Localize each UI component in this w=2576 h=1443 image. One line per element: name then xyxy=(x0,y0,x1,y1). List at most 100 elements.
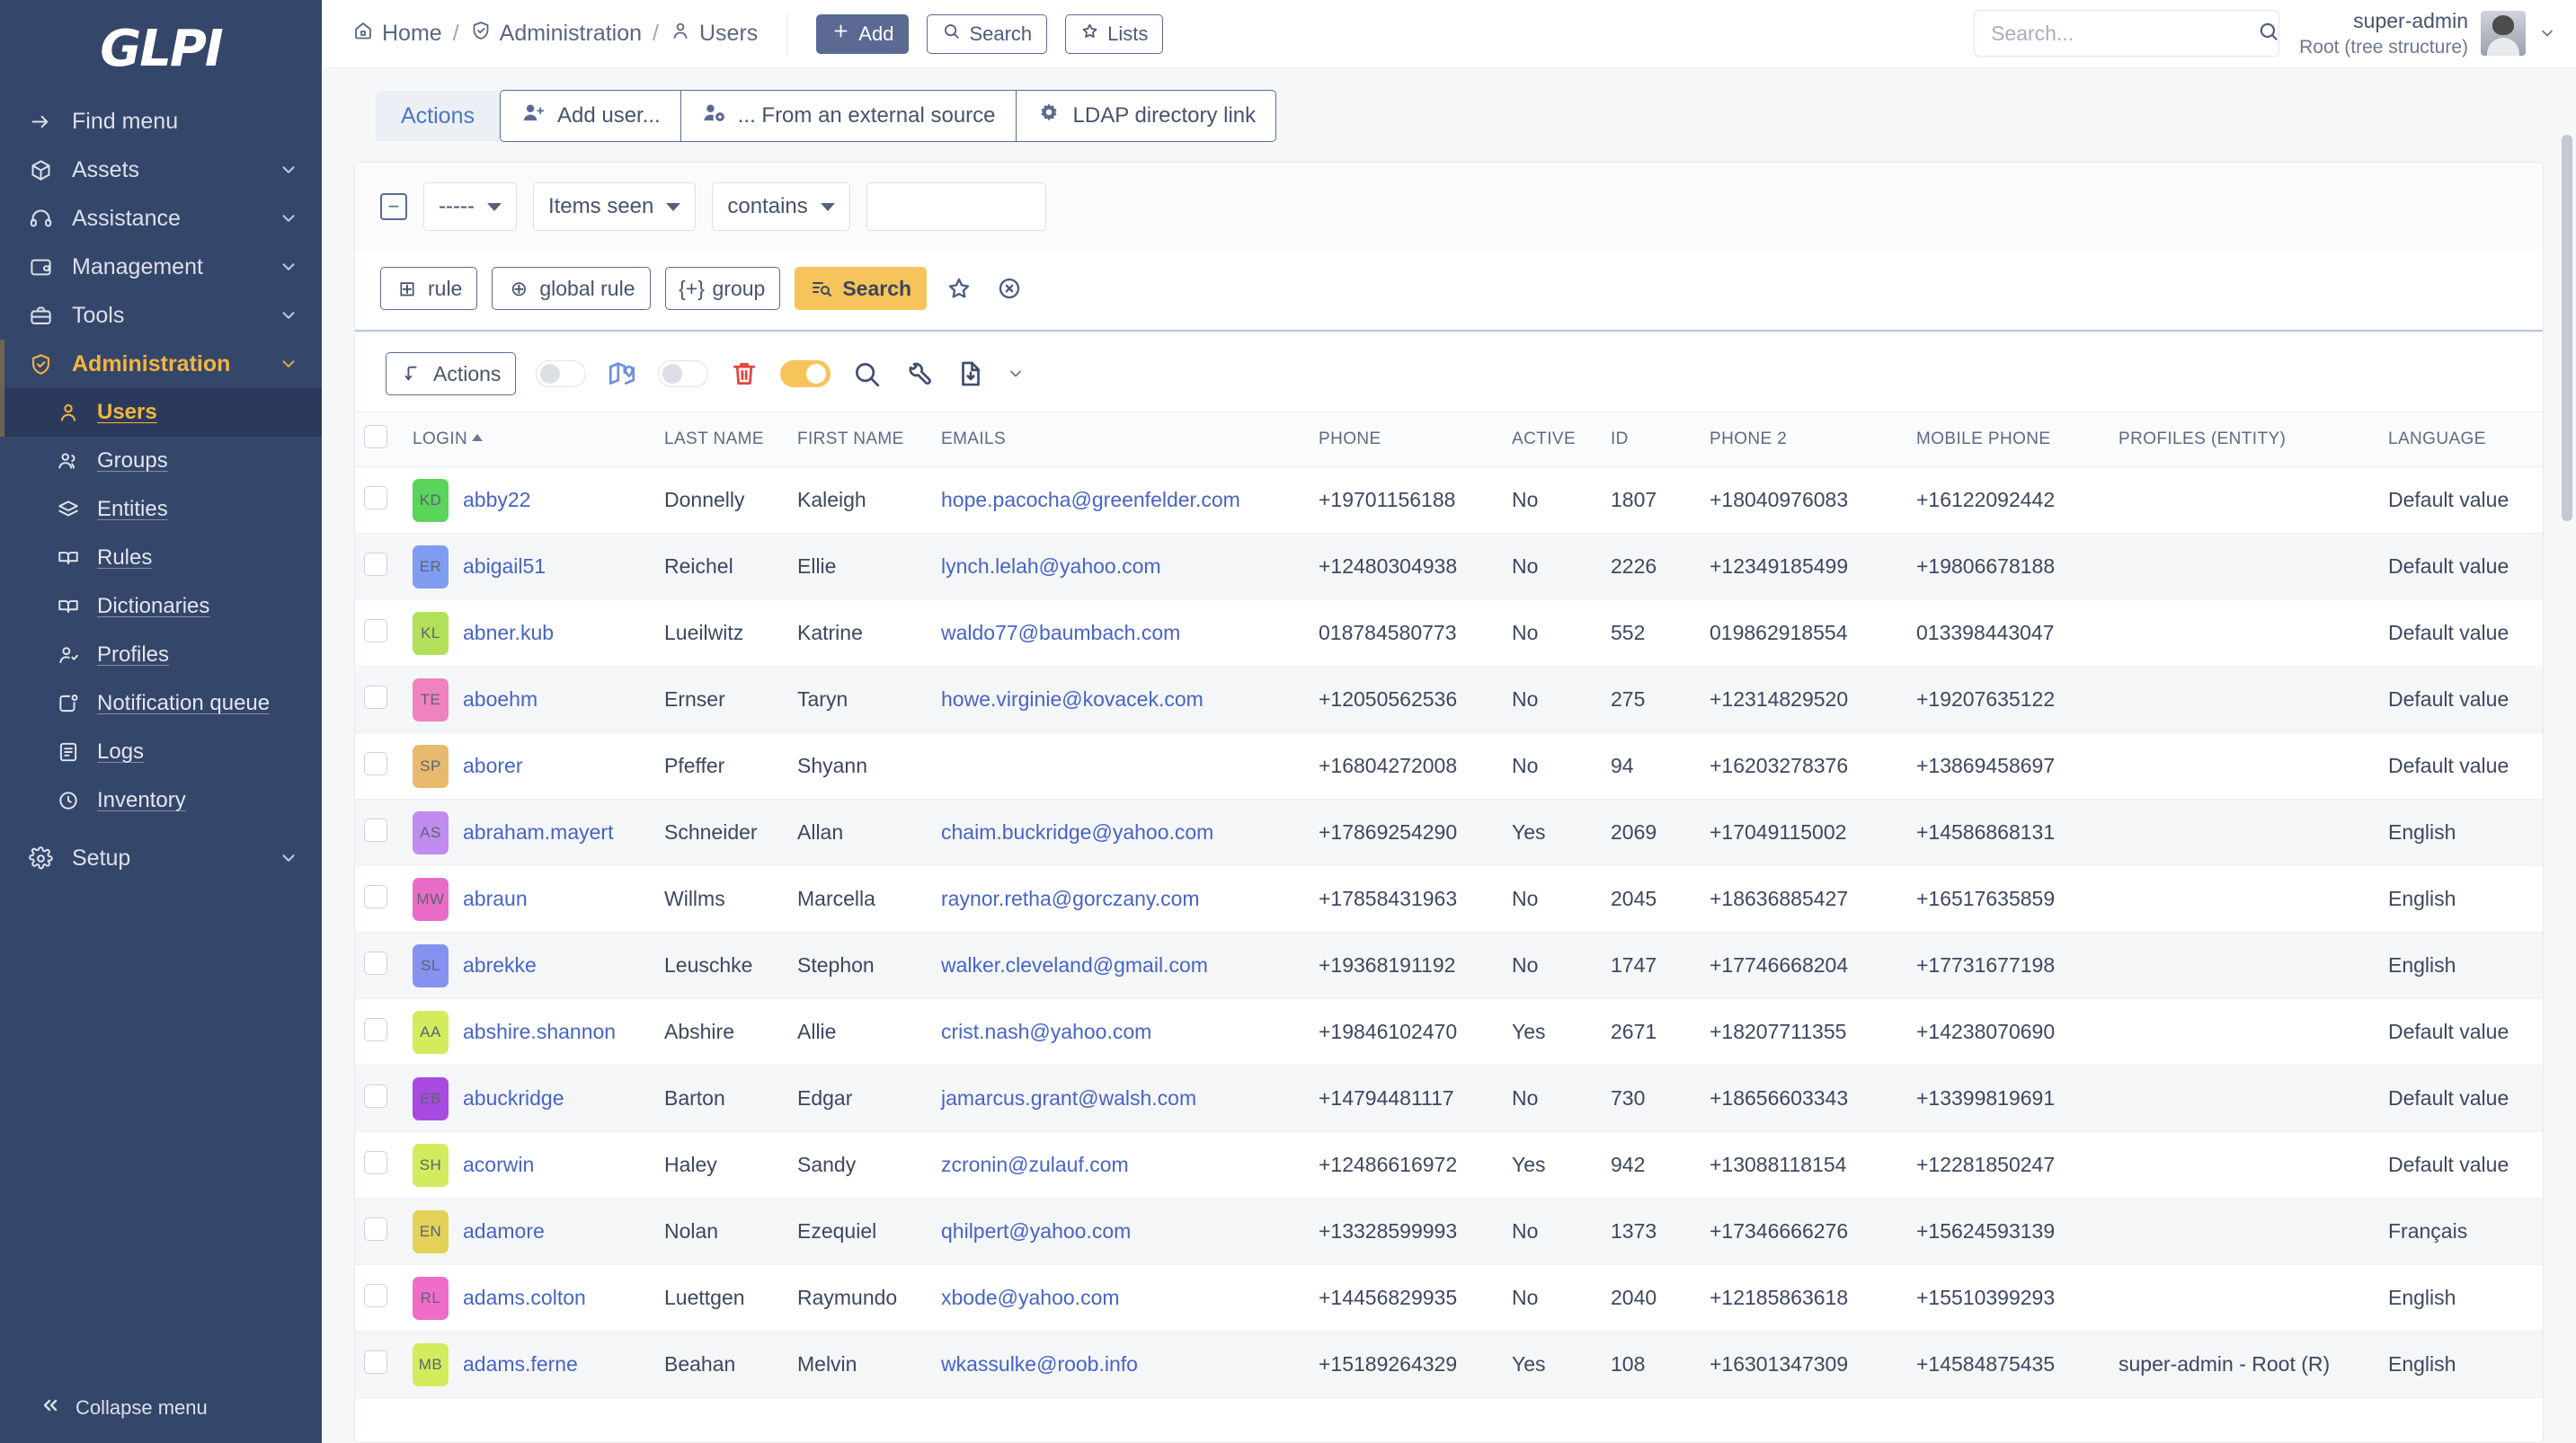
search-button[interactable]: Search xyxy=(927,13,1048,54)
row-checkbox[interactable] xyxy=(364,1017,387,1041)
email-link[interactable]: qhilpert@yahoo.com xyxy=(941,1219,1131,1243)
table-row[interactable]: EN adamore Nolan Ezequiel qhilpert@yahoo.com… xyxy=(355,1198,2543,1265)
email-link[interactable]: wkassulke@roob.info xyxy=(941,1352,1138,1376)
operator-select[interactable]: contains xyxy=(712,182,850,231)
login-link[interactable]: aborer xyxy=(463,754,522,778)
row-checkbox[interactable] xyxy=(364,1217,387,1241)
table-row[interactable]: SH acorwin Haley Sandy zcronin@zulauf.com +12… xyxy=(355,1131,2543,1199)
table-row[interactable]: SP aborer Pfeffer Shyann +16804272008 No 94 +16… xyxy=(355,732,2543,800)
sidebar-item-management[interactable]: Management xyxy=(0,243,322,291)
email-link[interactable]: howe.virginie@kovacek.com xyxy=(941,687,1204,711)
email-link[interactable]: raynor.retha@gorczany.com xyxy=(941,887,1200,910)
add-button[interactable]: Add xyxy=(816,13,910,54)
email-link[interactable]: walker.cleveland@gmail.com xyxy=(941,953,1208,977)
table-row[interactable]: AA abshire.shannon Abshire Allie crist.nash@… xyxy=(355,998,2543,1066)
column-header-last-name[interactable]: LAST NAME xyxy=(655,412,788,467)
column-header-first-name[interactable]: FIRST NAME xyxy=(788,412,932,467)
row-checkbox[interactable] xyxy=(364,1084,387,1108)
save-search-star-icon[interactable] xyxy=(941,270,977,306)
add-global-rule-button[interactable]: ⊕ global rule xyxy=(492,267,651,310)
email-link[interactable]: zcronin@zulauf.com xyxy=(941,1153,1129,1176)
table-row[interactable]: ER abigail51 Reichel Ellie lynch.lelah@yahoo… xyxy=(355,533,2543,600)
run-search-button[interactable]: Search xyxy=(795,267,928,310)
chevron-down-icon[interactable] xyxy=(1007,365,1025,383)
map-view-toggle[interactable] xyxy=(536,360,587,387)
sidebar-item-profiles[interactable]: Profiles xyxy=(0,631,322,679)
login-link[interactable]: abrekke xyxy=(463,953,537,978)
table-row[interactable]: AS abraham.mayert Schneider Allan chaim.buck… xyxy=(355,799,2543,866)
login-link[interactable]: abshire.shannon xyxy=(463,1020,616,1044)
table-row[interactable]: SL abrekke Leuschke Stephon walker.cleveland… xyxy=(355,932,2543,999)
sidebar-item-assets[interactable]: Assets xyxy=(0,146,322,194)
column-header-login[interactable]: LOGIN xyxy=(404,412,655,467)
sidebar-item-assistance[interactable]: Assistance xyxy=(0,194,322,243)
search-input[interactable] xyxy=(1991,21,2258,46)
sidebar-item-administration[interactable]: Administration xyxy=(0,340,322,388)
filter-value-input[interactable] xyxy=(866,182,1046,231)
avatar[interactable] xyxy=(2481,11,2526,57)
sidebar-item-setup[interactable]: Setup xyxy=(0,834,322,882)
login-link[interactable]: abigail51 xyxy=(463,554,546,579)
sidebar-item-inventory[interactable]: Inventory xyxy=(0,776,322,825)
sidebar-item-find-menu[interactable]: Find menu xyxy=(0,97,322,146)
sidebar-item-dictionaries[interactable]: Dictionaries xyxy=(0,582,322,631)
column-header-phone2[interactable]: PHONE 2 xyxy=(1701,412,1907,467)
row-checkbox[interactable] xyxy=(364,1350,387,1374)
login-link[interactable]: abraham.mayert xyxy=(463,820,613,845)
row-checkbox[interactable] xyxy=(364,1283,387,1307)
search-view-toggle[interactable] xyxy=(780,360,831,387)
sidebar-item-groups[interactable]: Groups xyxy=(0,437,322,485)
table-row[interactable]: RL adams.colton Luettgen Raymundo xbode@yaho… xyxy=(355,1264,2543,1332)
chevron-down-icon[interactable] xyxy=(2538,24,2556,42)
map-pin-icon[interactable] xyxy=(606,358,638,390)
row-checkbox[interactable] xyxy=(364,1150,387,1174)
login-link[interactable]: abner.kub xyxy=(463,621,554,645)
login-link[interactable]: abuckridge xyxy=(463,1086,564,1111)
column-header-language[interactable]: LANGUAGE xyxy=(2379,412,2543,467)
login-link[interactable]: aboehm xyxy=(463,687,537,712)
row-checkbox[interactable] xyxy=(364,884,387,908)
scrollbar-thumb[interactable] xyxy=(2562,135,2572,521)
sidebar-item-entities[interactable]: Entities xyxy=(0,485,322,534)
table-row[interactable]: MB adams.ferne Beahan Melvin wkassulke@roob.… xyxy=(355,1331,2543,1398)
table-row[interactable]: KD abby22 Donnelly Kaleigh hope.pacocha@gree… xyxy=(355,466,2543,534)
user-menu[interactable]: super-admin Root (tree structure) xyxy=(2299,7,2556,59)
table-row[interactable]: EB abuckridge Barton Edgar jamarcus.grant@wa… xyxy=(355,1065,2543,1132)
column-header-id[interactable]: ID xyxy=(1602,412,1701,467)
login-link[interactable]: adams.colton xyxy=(463,1286,586,1310)
wrench-icon[interactable] xyxy=(902,358,935,390)
column-header-emails[interactable]: EMAILS xyxy=(932,412,1310,467)
row-checkbox[interactable] xyxy=(364,485,387,509)
column-header-active[interactable]: ACTIVE xyxy=(1503,412,1602,467)
sidebar-item-logs[interactable]: Logs xyxy=(0,728,322,776)
row-checkbox[interactable] xyxy=(364,685,387,709)
email-link[interactable]: waldo77@baumbach.com xyxy=(941,621,1180,644)
row-checkbox[interactable] xyxy=(364,618,387,642)
tab-add-user[interactable]: Add user... xyxy=(500,91,681,141)
sidebar-item-notification-queue[interactable]: Notification queue xyxy=(0,679,322,728)
criteria-select[interactable]: Items seen xyxy=(532,182,697,231)
row-checkbox[interactable] xyxy=(364,751,387,775)
email-link[interactable]: xbode@yahoo.com xyxy=(941,1286,1120,1309)
collapse-filter-button[interactable]: − xyxy=(380,193,407,220)
search-icon[interactable] xyxy=(850,358,883,390)
column-header-profiles[interactable]: PROFILES (ENTITY) xyxy=(2110,412,2379,467)
login-link[interactable]: adams.ferne xyxy=(463,1352,578,1377)
email-link[interactable]: hope.pacocha@greenfelder.com xyxy=(941,488,1240,511)
tab-ldap-directory-link[interactable]: LDAP directory link xyxy=(1016,91,1276,141)
login-link[interactable]: adamore xyxy=(463,1219,545,1244)
select-all-checkbox[interactable] xyxy=(364,425,387,448)
column-header-mobile-phone[interactable]: MOBILE PHONE xyxy=(1907,412,2110,467)
mass-actions-button[interactable]: Actions xyxy=(386,352,517,395)
login-link[interactable]: abraun xyxy=(463,887,528,911)
column-header-phone[interactable]: PHONE xyxy=(1310,412,1503,467)
email-link[interactable]: chaim.buckridge@yahoo.com xyxy=(941,820,1213,844)
sidebar-item-tools[interactable]: Tools xyxy=(0,291,322,340)
tab-from-external-source[interactable]: ... From an external source xyxy=(680,91,1017,141)
sidebar-item-users[interactable]: Users xyxy=(0,388,322,437)
lists-button[interactable]: Lists xyxy=(1065,13,1164,54)
breadcrumb-item-administration[interactable]: Administration xyxy=(470,20,642,48)
global-search[interactable] xyxy=(1974,10,2280,58)
table-row[interactable]: MW abraun Willms Marcella raynor.retha@gorcz… xyxy=(355,865,2543,933)
breadcrumb-item-users[interactable]: Users xyxy=(670,20,758,48)
